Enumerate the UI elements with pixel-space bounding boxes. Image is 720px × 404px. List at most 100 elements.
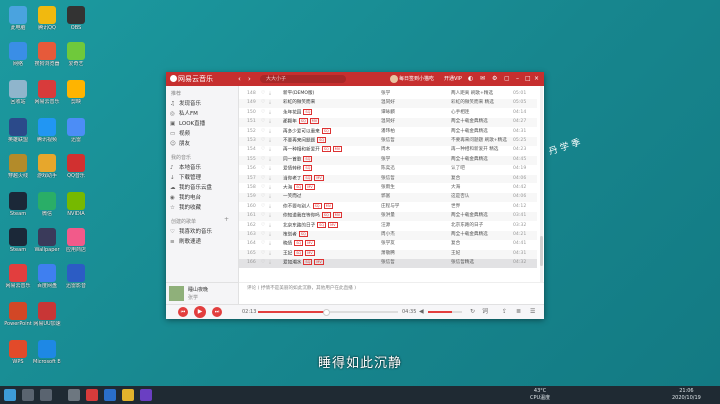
download-icon[interactable]: ⤓ — [269, 156, 275, 165]
search-icon[interactable] — [22, 389, 34, 401]
queue-icon[interactable]: ≣ — [516, 308, 521, 316]
desktop-icon[interactable]: 剪映 — [62, 80, 90, 105]
desktop-icon[interactable]: 爱奇艺 — [62, 42, 90, 67]
mv-badge[interactable]: MV — [328, 221, 338, 228]
desktop-icon[interactable]: 穿越火线 — [4, 154, 32, 179]
desktop-icon[interactable]: Wallpaper — [33, 228, 61, 253]
back-button[interactable]: ‹ — [238, 74, 241, 84]
desktop-icon[interactable]: 网易云音乐 — [4, 264, 32, 289]
lyrics-icon[interactable]: 词 — [482, 308, 488, 316]
minimize-icon[interactable]: – — [516, 74, 519, 84]
sidebar-item-collection[interactable]: ☆ 我的收藏 — [170, 204, 236, 213]
desktop-icon[interactable]: 网易UU加速 — [33, 302, 61, 327]
heart-icon[interactable]: ♡ — [261, 240, 267, 249]
comment-bar[interactable]: 评论 ( 抒情不是美丽的如此沉静，其他用户在此直播 ) — [239, 282, 544, 295]
table-row[interactable]: 159 ♡ ⤓ 一笑而过 郭富 这是否认 04:06 — [239, 193, 537, 203]
table-row[interactable]: 150 ♡ ⤓ 永年花园 SQ 谭咏麟 心手相连 04:14 — [239, 108, 537, 118]
desktop-icon[interactable]: 应用商店 — [62, 228, 90, 253]
table-row[interactable]: 157 ♡ ⤓ 当你老了 SQ MV 张信哲 复合 04:06 — [239, 174, 537, 184]
desktop-icon[interactable]: 英雄联盟 — [4, 118, 32, 143]
desktop-icon[interactable]: 百度网盘 — [33, 264, 61, 289]
share-icon[interactable]: ⇪ — [502, 308, 507, 316]
desktop-icon[interactable]: QQ音乐 — [62, 154, 90, 179]
table-row[interactable]: 162 ♡ ⤓ 北京东路的日子 SQ MV 汪源 北京东路的日子 03:32 — [239, 221, 537, 231]
table-row[interactable]: 164 ♡ ⤓ 晚情 SQ MV 张学友 复合 04:41 — [239, 240, 537, 249]
download-icon[interactable]: ⤓ — [269, 250, 275, 259]
progress-knob[interactable] — [322, 309, 330, 316]
heart-icon[interactable]: ♡ — [261, 165, 267, 174]
table-row[interactable]: 149 ♡ ⤓ 彩虹的微笑而来 温同好 彩虹的微笑而来 精选 05:05 — [239, 99, 537, 109]
desktop-icon[interactable]: 腾讯QQ — [33, 6, 61, 31]
heart-icon[interactable]: ♡ — [261, 118, 267, 127]
mv-badge[interactable]: MV — [309, 118, 320, 125]
maximize-icon[interactable]: □ — [525, 74, 531, 84]
table-row[interactable]: 148 ♡ ⤓ 新平(DEMO版) 张学 两人距离 刷歌+精选 05:01 — [239, 90, 537, 99]
download-icon[interactable]: ⤓ — [269, 128, 275, 137]
playlist-panel-icon[interactable]: ☰ — [530, 308, 535, 316]
heart-icon[interactable]: ♡ — [261, 184, 267, 193]
close-icon[interactable]: × — [534, 74, 539, 84]
heart-icon[interactable]: ♡ — [261, 128, 267, 137]
desktop-icon[interactable]: NVIDIA — [62, 192, 90, 217]
table-row[interactable]: 154 ♡ ⤓ 再一种相和新爱开 SQ MV 周木 再一种相和新爱开 精选 04:23 — [239, 146, 537, 155]
windows-start-icon[interactable] — [4, 389, 16, 401]
table-row[interactable]: 155 ♡ ⤓ 同一首歌 SQ 张学 两全十载金典精选 04:45 — [239, 155, 537, 165]
clock[interactable]: 21:06 2020/10/19 — [672, 388, 701, 402]
heart-icon[interactable]: ♡ — [261, 259, 267, 268]
now-playing-mini[interactable]: 睡山夜晚 张学 — [166, 282, 239, 305]
mv-badge[interactable]: MV — [305, 249, 315, 256]
download-icon[interactable]: ⤓ — [269, 193, 275, 202]
heart-icon[interactable]: ♡ — [261, 231, 267, 240]
skin-icon[interactable]: ◐ — [468, 74, 473, 84]
user-name[interactable]: 每日签到小猫吃 — [399, 75, 434, 83]
table-row[interactable]: 152 ♡ ⤓ 再多少爱可以重来 SQ 潘玮柏 两全十载金典精选 04:31 — [239, 127, 537, 137]
task-view-icon[interactable] — [40, 389, 52, 401]
heart-icon[interactable]: ♡ — [261, 193, 267, 202]
loop-icon[interactable]: ↻ — [470, 308, 475, 316]
browser-taskbar-icon[interactable] — [104, 389, 116, 401]
download-icon[interactable]: ⤓ — [269, 175, 275, 184]
heart-icon[interactable]: ♡ — [261, 137, 267, 146]
download-icon[interactable]: ⤓ — [269, 109, 275, 118]
heart-icon[interactable]: ♡ — [261, 146, 267, 155]
download-icon[interactable]: ⤓ — [269, 259, 275, 268]
album-cover[interactable] — [169, 286, 184, 301]
download-icon[interactable]: ⤓ — [269, 137, 275, 146]
heart-icon[interactable]: ♡ — [261, 109, 267, 118]
download-icon[interactable]: ⤓ — [269, 99, 275, 108]
scrollbar[interactable] — [540, 86, 543, 282]
mail-icon[interactable]: ✉ — [480, 74, 485, 84]
mv-badge[interactable]: MV — [314, 174, 324, 181]
sidebar-item-friends[interactable]: ☺ 朋友 — [170, 140, 236, 149]
next-button[interactable]: ⏭ — [212, 307, 222, 317]
desktop-icon[interactable]: OBS — [62, 6, 90, 31]
download-icon[interactable]: ⤓ — [269, 184, 275, 193]
heart-icon[interactable]: ♡ — [261, 156, 267, 165]
table-row[interactable]: 163 ♡ ⤓ 策划者 SQ 周小杰 两全十载金典精选 04:21 — [239, 231, 537, 240]
sidebar-item-downloads[interactable]: ↓ 下载管理 — [170, 174, 236, 183]
volume-slider[interactable] — [428, 311, 462, 313]
sidebar-item-local[interactable]: ♪ 本地音乐 — [170, 164, 236, 173]
mv-badge[interactable]: MV — [332, 146, 343, 153]
previous-button[interactable]: ⏮ — [178, 307, 188, 317]
mv-badge[interactable]: MV — [305, 184, 315, 190]
sidebar-item-live[interactable]: ▣ LOOK直播 — [170, 120, 236, 129]
download-icon[interactable]: ⤓ — [269, 240, 275, 249]
volume-icon[interactable]: ◀ — [419, 308, 424, 316]
desktop-icon[interactable]: 腾讯视频 — [33, 118, 61, 143]
mv-badge[interactable]: MV — [323, 202, 333, 209]
sidebar-item-discover[interactable]: ♫ 发现音乐 — [170, 100, 236, 109]
desktop-icon[interactable]: 网络 — [4, 42, 32, 67]
settings-icon[interactable]: ⚙ — [492, 74, 497, 84]
download-icon[interactable]: ⤓ — [269, 212, 275, 221]
sidebar-item-video[interactable]: ▭ 视频 — [170, 130, 236, 139]
search-input[interactable]: 大大小子 — [260, 75, 346, 83]
desktop-icon[interactable]: 网易云音乐 — [33, 80, 61, 105]
vip-button[interactable]: 开通VIP — [444, 75, 462, 83]
sidebar-item-radio[interactable]: ◉ 我的电台 — [170, 194, 236, 203]
mv-badge[interactable]: MV — [332, 212, 343, 219]
avatar[interactable] — [390, 75, 398, 83]
progress-bar[interactable] — [258, 309, 398, 316]
download-icon[interactable]: ⤓ — [269, 231, 275, 240]
forward-button[interactable]: › — [248, 74, 251, 84]
